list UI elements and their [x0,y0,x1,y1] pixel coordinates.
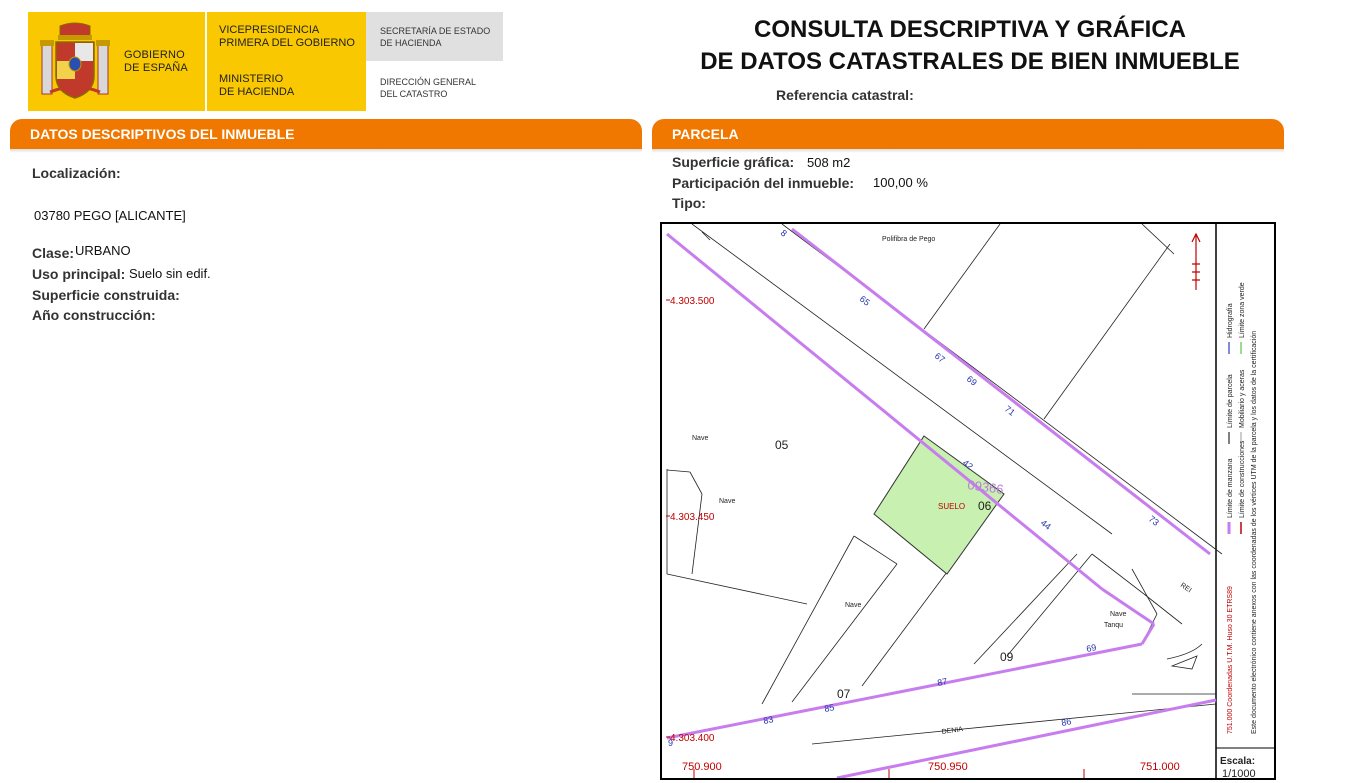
secretaria-text: SECRETARÍA DE ESTADO DE HACIENDA [380,25,490,49]
legend-construcciones: Límite de construcciones [1239,440,1246,518]
nave-label: Nave [845,602,861,609]
anio-construccion-label: Año construcción: [32,307,156,323]
street-right-name: REI [1179,582,1193,594]
legend-manzana: Límite de manzana [1227,458,1234,518]
parcel-label: SUELO [938,502,965,511]
legend-note: Este documento electrónico contiene anex… [1251,331,1258,734]
north-arrow-icon [1191,232,1201,290]
parcela-header: PARCELA [652,119,1284,153]
map-legend: Límite de manzana Límite de parcela Hidr… [1227,282,1258,734]
block-number: 06 [978,499,992,513]
scale-label: Escala: [1220,756,1255,767]
block-number: 07 [837,687,851,701]
participacion-label: Participación del inmueble: [672,175,855,191]
house-number: 71 [1003,404,1017,418]
gobierno-text: GOBIERNO DE ESPAÑA [124,49,188,75]
localizacion-label: Localización: [32,165,121,181]
tanque-label: Tanqu [1104,622,1123,629]
house-number: 69 [965,374,979,388]
descriptivos-header: DATOS DESCRIPTIVOS DEL INMUEBLE [10,119,642,153]
coat-of-arms-icon [40,22,110,99]
block-number: 09 [1000,650,1014,664]
house-number: 65 [858,294,872,308]
secretaria-line1: SECRETARÍA DE ESTADO [380,26,491,36]
header-shadow [10,149,642,153]
participacion-value: 100,00 % [873,175,928,190]
legend-zona-verde: Límite zona verde [1239,282,1246,338]
x-coordinate-labels: 750.900 750.950 751.000 [682,761,1180,773]
y-label-4303500: 4.303.500 [670,296,715,307]
direccion-text: DIRECCIÓN GENERAL DEL CATASTRO [380,76,476,100]
legend-mobiliario: Mobiliario y aceras [1239,369,1246,428]
gobierno-line1: GOBIERNO [124,49,185,61]
house-number: 86 [1060,716,1072,728]
referencia-catastral-label: Referencia catastral: [776,87,914,103]
x-label-751000: 751.000 [1140,761,1180,773]
legend-coordinates: 751.000 Coordenadas U.T.M. Huso 30 ETRS8… [1227,586,1234,734]
direccion-line2: DEL CATASTRO [380,89,448,99]
parcela-header-text: PARCELA [672,126,739,142]
house-number: 85 [823,702,835,714]
superficie-grafica-label: Superficie gráfica: [672,154,795,170]
logo-divider [205,12,207,111]
superficie-construida-label: Superficie construida: [32,287,180,303]
y-coordinate-labels: 4.303.500 4.303.450 4.303.400 [670,296,715,744]
house-number: 87 [936,676,948,688]
direccion-line1: DIRECCIÓN GENERAL [380,77,477,87]
uso-principal-label: Uso principal: [32,266,126,282]
nave-label: Nave [692,435,708,442]
legend-hidrografia: Hidrografía [1227,303,1234,338]
gobierno-logo: GOBIERNO DE ESPAÑA VICEPRESIDENCIA PRIME… [28,12,366,111]
secretaria-block: SECRETARÍA DE ESTADO DE HACIENDA [366,12,503,61]
coordinate-ticks [666,299,1085,778]
title-line1: CONSULTA DESCRIPTIVA Y GRÁFICA [753,16,1187,43]
house-number: 83 [762,714,774,726]
title-line2: DE DATOS CATASTRALES DE BIEN INMUEBLE [700,48,1240,75]
gobierno-line2: DE ESPAÑA [124,62,188,74]
secretaria-line2: DE HACIENDA [380,38,442,48]
x-label-750950: 750.950 [928,761,968,773]
house-number: 67 [933,351,947,365]
cadastral-map[interactable]: 4.303.500 4.303.450 4.303.400 750.900 75… [660,222,1276,780]
house-number: 9 [668,738,673,748]
legend-parcela: Límite de parcela [1227,374,1234,428]
vicepresidencia-line2: PRIMERA DEL GOBIERNO [219,37,355,49]
y-label-4303450: 4.303.450 [670,512,715,523]
ministerio-line2: DE HACIENDA [219,86,295,98]
clase-value: URBANO [75,243,131,258]
localizacion-value: 03780 PEGO [ALICANTE] [34,208,186,223]
scale-value: 1/1000 [1222,768,1256,778]
uso-principal-value: Suelo sin edif. [129,266,211,281]
nave-label: Nave [1110,611,1126,618]
street-top-name: Polifibra de Pego [882,236,935,243]
house-number: 44 [1039,518,1053,532]
ministerio-text: MINISTERIO DE HACIENDA [219,73,294,99]
superficie-grafica-value: 508 m2 [807,155,851,170]
clase-label: Clase: [32,245,75,261]
block-number: 05 [775,438,789,452]
map-drawing: 4.303.500 4.303.450 4.303.400 750.900 75… [666,224,1274,778]
y-label-4303400: 4.303.400 [670,733,715,744]
x-label-750900: 750.900 [682,761,722,773]
tipo-label: Tipo: [672,195,706,211]
descriptivos-header-text: DATOS DESCRIPTIVOS DEL INMUEBLE [30,126,295,142]
header-shadow [652,149,1284,153]
vicepresidencia-text: VICEPRESIDENCIA PRIMERA DEL GOBIERNO [219,24,355,50]
house-number: 69 [1085,642,1097,654]
ministerio-line1: MINISTERIO [219,73,284,85]
page-title: CONSULTA DESCRIPTIVA Y GRÁFICA DE DATOS … [660,14,1280,78]
house-number: 8 [779,228,789,239]
street-bottom-name: DENIA [941,726,963,736]
vicepresidencia-line1: VICEPRESIDENCIA [219,24,320,36]
nave-label: Nave [719,498,735,505]
